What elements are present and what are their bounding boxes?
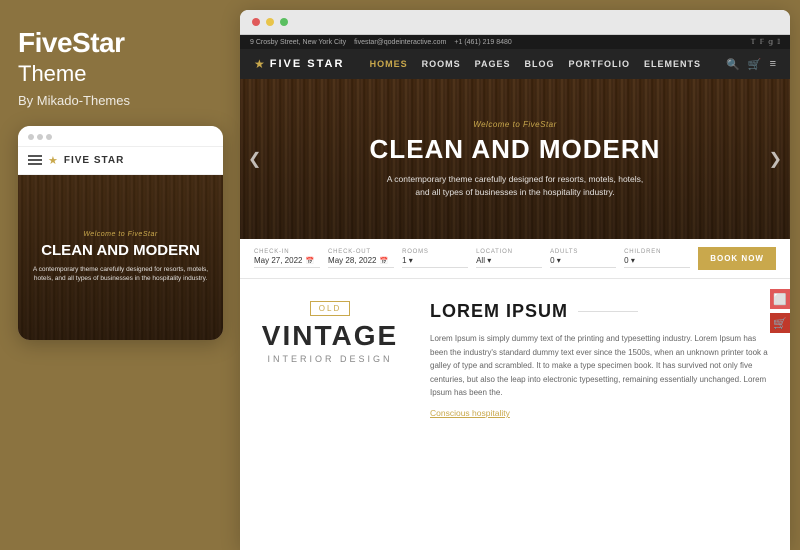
menu-icon[interactable]: ≡ bbox=[770, 58, 776, 70]
mobile-dot-1 bbox=[28, 134, 34, 140]
hero-prev-button[interactable]: ❮ bbox=[248, 149, 261, 169]
checkout-label: CHECK-OUT bbox=[328, 249, 394, 255]
nav-star-icon: ★ bbox=[254, 57, 265, 71]
brand-by: By Mikado-Themes bbox=[18, 93, 130, 108]
site-content-wrapper: OLD VINTAGE INTERIOR DESIGN LOREM IPSUM … bbox=[240, 279, 790, 550]
content-text-section: LOREM IPSUM Lorem Ipsum is simply dummy … bbox=[420, 279, 790, 550]
browser-dot-green[interactable] bbox=[280, 18, 288, 26]
topbar-email: fivestar@qodeinteractive.com bbox=[354, 39, 446, 46]
booking-checkout: CHECK-OUT May 28, 2022 📅 bbox=[328, 249, 394, 268]
booking-children: CHILDREN 0 ▾ bbox=[624, 249, 690, 268]
rooms-label: ROOMS bbox=[402, 249, 468, 255]
nav-link-homes[interactable]: HOMES bbox=[370, 59, 408, 69]
hamburger-icon[interactable] bbox=[28, 155, 42, 165]
right-panel: 9 Crosby Street, New York City fivestar@… bbox=[240, 10, 790, 550]
content-body: Lorem Ipsum is simply dummy text of the … bbox=[430, 332, 776, 400]
mobile-subtext: A contemporary theme carefully designed … bbox=[30, 265, 211, 283]
mobile-dot-2 bbox=[37, 134, 43, 140]
site-logo: ★ FIVE STAR bbox=[254, 57, 344, 71]
browser-dot-red[interactable] bbox=[252, 18, 260, 26]
mobile-headline: CLEAN AND MODERN bbox=[41, 242, 200, 259]
content-heading: LOREM IPSUM bbox=[430, 301, 568, 322]
vintage-badge: OLD bbox=[310, 301, 350, 316]
mobile-dot-3 bbox=[46, 134, 52, 140]
search-icon[interactable]: 🔍 bbox=[726, 58, 740, 71]
mobile-nav-left: ★ FIVE STAR bbox=[28, 154, 124, 167]
site-topbar-right: 𝕋 𝔽 𝕘 𝕀 bbox=[751, 38, 780, 46]
site-nav-links: HOMES ROOMS PAGES BLOG PORTFOLIO ELEMENT… bbox=[370, 59, 701, 69]
social-twitter[interactable]: 𝕋 bbox=[751, 38, 756, 46]
mobile-nav: ★ FIVE STAR bbox=[18, 147, 223, 175]
checkout-value[interactable]: May 28, 2022 📅 bbox=[328, 256, 394, 268]
social-instagram[interactable]: 𝕀 bbox=[777, 38, 780, 46]
nav-link-elements[interactable]: ELEMENTS bbox=[644, 59, 701, 69]
mobile-preview: ★ FIVE STAR Welcome to FiveStar CLEAN AN… bbox=[18, 126, 223, 340]
social-facebook[interactable]: 𝔽 bbox=[760, 38, 765, 46]
nav-link-pages[interactable]: PAGES bbox=[475, 59, 511, 69]
nav-link-blog[interactable]: BLOG bbox=[524, 59, 554, 69]
float-cart-icon[interactable]: 🛒 bbox=[770, 313, 790, 333]
booking-rooms: ROOMS 1 ▾ bbox=[402, 249, 468, 268]
mobile-topbar bbox=[18, 126, 223, 147]
site-preview: 9 Crosby Street, New York City fivestar@… bbox=[240, 35, 790, 550]
hero-subtext: A contemporary theme carefully designed … bbox=[387, 173, 644, 199]
vintage-title: VINTAGE bbox=[262, 320, 398, 352]
mobile-hero: Welcome to FiveStar CLEAN AND MODERN A c… bbox=[18, 175, 223, 340]
site-hero: ❮ Welcome to FiveStar CLEAN AND MODERN A… bbox=[240, 79, 790, 239]
nav-link-rooms[interactable]: ROOMS bbox=[422, 59, 461, 69]
left-panel: FiveStar Theme By Mikado-Themes ★ FIVE S… bbox=[0, 0, 240, 550]
brand-subtitle: Theme bbox=[18, 61, 86, 87]
float-icon-1[interactable]: ⬜ bbox=[770, 289, 790, 309]
booking-adults: ADULTS 0 ▾ bbox=[550, 249, 616, 268]
location-value[interactable]: All ▾ bbox=[476, 256, 542, 268]
hero-next-button[interactable]: ❯ bbox=[769, 149, 782, 169]
content-vintage-section: OLD VINTAGE INTERIOR DESIGN bbox=[240, 279, 420, 550]
hero-welcome: Welcome to FiveStar bbox=[473, 120, 557, 129]
topbar-address: 9 Crosby Street, New York City bbox=[250, 39, 346, 46]
browser-dot-yellow[interactable] bbox=[266, 18, 274, 26]
content-heading-row: LOREM IPSUM bbox=[430, 301, 776, 322]
site-content: OLD VINTAGE INTERIOR DESIGN LOREM IPSUM … bbox=[240, 279, 790, 550]
site-topbar-left: 9 Crosby Street, New York City fivestar@… bbox=[250, 39, 512, 46]
vintage-sub: INTERIOR DESIGN bbox=[267, 354, 392, 364]
browser-chrome bbox=[240, 10, 790, 35]
heading-divider bbox=[578, 311, 638, 313]
social-gplus[interactable]: 𝕘 bbox=[768, 38, 773, 46]
adults-value[interactable]: 0 ▾ bbox=[550, 256, 616, 268]
hero-headline: CLEAN AND MODERN bbox=[370, 134, 661, 165]
children-value[interactable]: 0 ▾ bbox=[624, 256, 690, 268]
booking-bar: CHECK-IN May 27, 2022 📅 CHECK-OUT May 28… bbox=[240, 239, 790, 279]
rooms-value[interactable]: 1 ▾ bbox=[402, 256, 468, 268]
book-now-button[interactable]: BOOK NOW bbox=[698, 247, 776, 270]
checkin-label: CHECK-IN bbox=[254, 249, 320, 255]
booking-location: LOCATION All ▾ bbox=[476, 249, 542, 268]
children-label: CHILDREN bbox=[624, 249, 690, 255]
brand-title: FiveStar bbox=[18, 28, 125, 59]
mobile-logo-text: FIVE STAR bbox=[64, 155, 124, 166]
location-label: LOCATION bbox=[476, 249, 542, 255]
topbar-phone: +1 (461) 219 8480 bbox=[454, 39, 511, 46]
nav-logo-text: FIVE STAR bbox=[270, 58, 345, 70]
mobile-logo-star: ★ bbox=[48, 154, 58, 167]
site-nav: ★ FIVE STAR HOMES ROOMS PAGES BLOG PORTF… bbox=[240, 49, 790, 79]
mobile-dots bbox=[28, 134, 52, 140]
nav-link-portfolio[interactable]: PORTFOLIO bbox=[568, 59, 630, 69]
floating-icons: ⬜ 🛒 bbox=[770, 289, 790, 333]
site-topbar: 9 Crosby Street, New York City fivestar@… bbox=[240, 35, 790, 49]
cart-icon[interactable]: 🛒 bbox=[748, 58, 762, 71]
site-nav-actions: 🔍 🛒 ≡ bbox=[726, 58, 776, 71]
checkin-value[interactable]: May 27, 2022 📅 bbox=[254, 256, 320, 268]
adults-label: ADULTS bbox=[550, 249, 616, 255]
mobile-welcome: Welcome to FiveStar bbox=[83, 231, 157, 238]
booking-checkin: CHECK-IN May 27, 2022 📅 bbox=[254, 249, 320, 268]
content-link[interactable]: Conscious hospitality bbox=[430, 408, 776, 418]
